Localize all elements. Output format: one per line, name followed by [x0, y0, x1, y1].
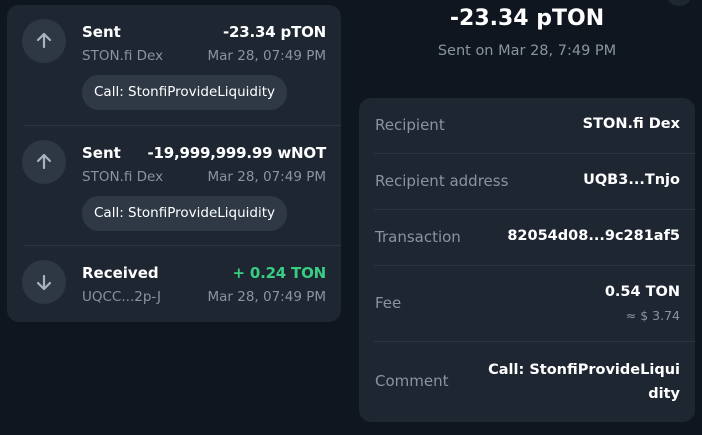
fee-value: 0.54 TON [604, 284, 680, 300]
transaction-title: Received [82, 264, 159, 282]
transaction-hash-value[interactable]: 82054d08...9c281af5 [507, 228, 680, 244]
transaction-item-sent-pton[interactable]: Sent -23.34 pTON STON.fi Dex Mar 28, 07:… [7, 5, 341, 126]
detail-row-transaction: Transaction 82054d08...9c281af5 [359, 210, 695, 266]
detail-row-recipient-address: Recipient address UQB3...Tnjo [359, 154, 695, 210]
arrow-up-icon [22, 140, 66, 184]
recipient-label: Recipient [375, 116, 445, 134]
transaction-counterparty: STON.fi Dex [82, 169, 164, 185]
transaction-date: Mar 28, 07:49 PM [207, 169, 326, 185]
arrow-down-icon [22, 260, 66, 304]
transaction-call-chip: Call: StonfiProvideLiquidity [82, 75, 288, 110]
transaction-label: Transaction [375, 228, 461, 246]
detail-subtitle: Sent on Mar 28, 7:49 PM [437, 43, 617, 59]
transaction-details-card: Recipient STON.fi Dex Recipient address … [359, 98, 695, 422]
transaction-item-sent-wnot[interactable]: Sent -19,999,999.99 wNOT STON.fi Dex Mar… [7, 126, 341, 246]
detail-amount: -23.34 pTON [449, 6, 605, 31]
comment-label: Comment [375, 372, 449, 390]
transaction-amount: -23.34 pTON [223, 23, 326, 41]
transaction-counterparty: STON.fi Dex [82, 48, 164, 64]
detail-row-fee: Fee 0.54 TON ≈ $ 3.74 [359, 266, 695, 342]
recipient-value[interactable]: STON.fi Dex [583, 116, 680, 132]
comment-value: Call: StonfiProvideLiquidity [488, 362, 680, 402]
detail-row-recipient: Recipient STON.fi Dex [359, 98, 695, 154]
transaction-title: Sent [82, 23, 121, 41]
fee-fiat-value: ≈ $ 3.74 [625, 308, 680, 323]
transaction-amount: -19,999,999.99 wNOT [147, 144, 326, 162]
transaction-item-received-ton[interactable]: Received + 0.24 TON UQCC...2p-J Mar 28, … [7, 246, 341, 322]
recipient-address-value[interactable]: UQB3...Tnjo [583, 172, 680, 188]
transaction-list: Sent -23.34 pTON STON.fi Dex Mar 28, 07:… [7, 5, 341, 322]
detail-row-comment: Comment Call: StonfiProvideLiquidity [359, 342, 695, 422]
arrow-up-icon [22, 19, 66, 63]
transaction-title: Sent [82, 144, 121, 162]
transaction-amount: + 0.24 TON [232, 264, 326, 282]
transaction-date: Mar 28, 07:49 PM [207, 289, 326, 305]
recipient-address-label: Recipient address [375, 172, 509, 190]
transaction-date: Mar 28, 07:49 PM [207, 48, 326, 64]
fee-label: Fee [375, 294, 402, 312]
transaction-counterparty: UQCC...2p-J [82, 289, 161, 305]
transaction-call-chip: Call: StonfiProvideLiquidity [82, 196, 288, 231]
wallet-history-screen: Sent -23.34 pTON STON.fi Dex Mar 28, 07:… [0, 0, 702, 435]
